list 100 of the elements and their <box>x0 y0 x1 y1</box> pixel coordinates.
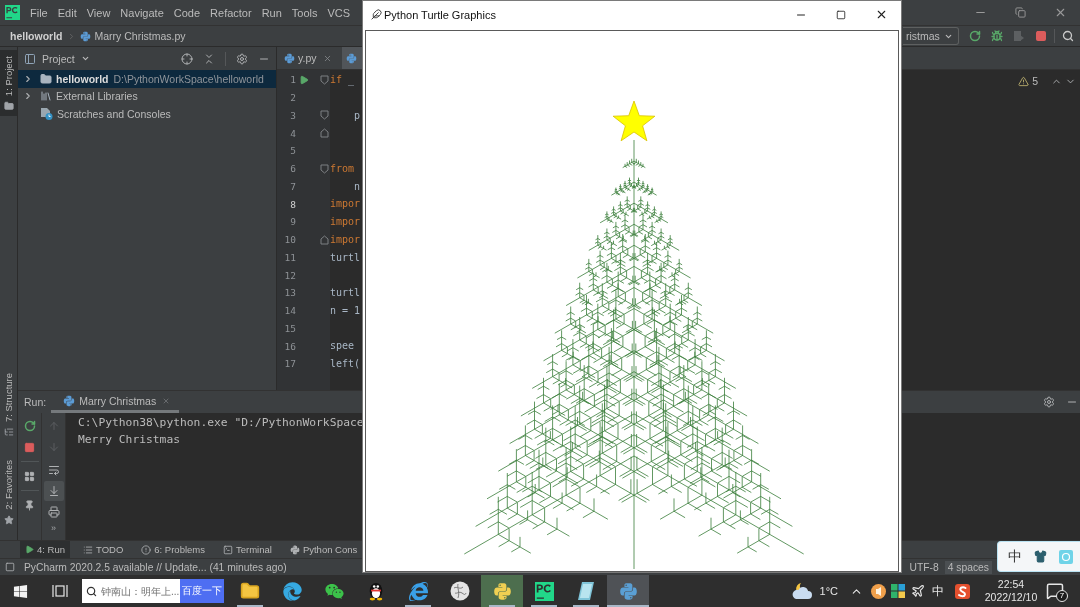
menu-item[interactable]: Refactor <box>210 5 252 20</box>
tool-window-tab[interactable]: Terminal <box>217 541 277 558</box>
clock-date[interactable]: 2022/12/10 <box>984 591 1038 604</box>
console-line: C:\Python38\python.exe "D:/PythonWorkSpace <box>78 415 364 431</box>
search-button[interactable]: 百度一下 <box>180 579 224 603</box>
indent-widget[interactable]: 4 spaces <box>944 560 992 574</box>
line-number: 2 <box>289 92 296 104</box>
run-config-dropdown[interactable]: ristmas <box>903 27 959 45</box>
project-view-dropdown[interactable]: Project <box>42 52 90 65</box>
fold-icon[interactable] <box>320 110 329 121</box>
rerun-icon[interactable] <box>969 30 981 42</box>
encoding-widget[interactable]: UTF-8 <box>906 560 942 574</box>
code-line: left( <box>330 357 361 371</box>
windows-logo-icon[interactable] <box>12 583 28 599</box>
chevron-right-icon[interactable] <box>23 91 33 102</box>
search-icon[interactable] <box>1062 30 1074 42</box>
restore-icon[interactable] <box>1014 7 1026 18</box>
folder-icon <box>40 72 52 85</box>
tool-window-button[interactable]: 2: Favorites <box>0 454 17 530</box>
code-line: n <box>353 179 361 194</box>
menu-item[interactable]: VCS <box>327 5 351 20</box>
line-number: 16 <box>283 340 296 352</box>
library-icon <box>40 90 52 103</box>
line-number: 1 <box>289 74 296 86</box>
run-icon <box>25 545 34 554</box>
alert-icon <box>141 544 152 555</box>
search-field[interactable]: 钟南山：明年上... <box>82 579 180 603</box>
line-number: 15 <box>283 322 296 334</box>
run-panel-title: Run: <box>24 396 47 408</box>
ime-mode[interactable]: 中 <box>1008 547 1022 566</box>
star-icon <box>3 515 14 525</box>
collapse-icon[interactable] <box>203 52 215 65</box>
pin-icon[interactable] <box>24 499 35 511</box>
status-message[interactable]: PyCharm 2020.2.5 available // Update... (41 minutes ago) <box>24 561 287 573</box>
input-mode[interactable]: 中 <box>932 582 944 600</box>
editor-tab[interactable] <box>342 47 364 69</box>
browser-icon <box>282 581 302 601</box>
task-view-icon[interactable] <box>52 584 68 598</box>
tree-item[interactable]: Scratches and Consoles <box>18 105 276 123</box>
menu-item[interactable]: File <box>30 5 48 20</box>
code-line: spee <box>330 339 355 354</box>
shirt-icon[interactable] <box>1034 550 1047 563</box>
code-line: impor <box>330 197 361 212</box>
tool-window-tab[interactable]: Python Cons <box>284 541 363 558</box>
menu-item[interactable]: Code <box>173 5 201 20</box>
crosshair-icon[interactable] <box>181 52 193 65</box>
menu-item[interactable]: View <box>86 5 111 20</box>
caret-down-icon <box>80 54 90 63</box>
menu-item[interactable]: Navigate <box>120 5 164 20</box>
tool-window-tab[interactable]: 4: Run <box>20 541 70 558</box>
line-number: 12 <box>283 269 296 281</box>
chevron-right-icon[interactable] <box>23 73 33 84</box>
notebook-icon <box>576 581 596 601</box>
run-icon[interactable] <box>299 74 309 85</box>
ime-logo-icon[interactable] <box>955 583 970 599</box>
breadcrumb-item[interactable]: Marry Christmas.py <box>94 30 186 42</box>
tree-item[interactable]: External Libraries <box>18 87 276 105</box>
python-file-icon <box>284 52 295 64</box>
disc-icon[interactable] <box>871 583 886 599</box>
settings-icon[interactable] <box>1043 396 1055 408</box>
tool-window-button[interactable]: 7: Structure <box>0 367 17 443</box>
tree-item[interactable]: helloworld D:\PythonWorkSpace\helloworld <box>18 70 276 88</box>
airplane-icon[interactable] <box>911 584 925 598</box>
search-icon <box>86 585 97 597</box>
rerun-icon[interactable] <box>23 420 36 432</box>
layout-icon[interactable] <box>24 470 35 482</box>
console-tool-button[interactable] <box>43 481 64 501</box>
notification-icon[interactable] <box>1046 582 1064 600</box>
clock-time[interactable]: 22:54 <box>997 578 1025 591</box>
stop-icon[interactable] <box>24 441 35 453</box>
menu-item[interactable]: Tools <box>291 5 318 20</box>
cloud-moon-icon[interactable] <box>790 582 813 600</box>
breadcrumb-item[interactable]: helloworld <box>10 30 63 42</box>
stop-icon[interactable] <box>1035 30 1047 42</box>
more-button[interactable]: » <box>51 523 56 533</box>
tiles-icon[interactable] <box>891 584 905 598</box>
line-number: 17 <box>283 358 296 370</box>
code-line: from <box>330 161 355 176</box>
console-line: Merry Christmas <box>78 432 181 448</box>
maximize-icon[interactable] <box>836 9 846 20</box>
tool-window-tab[interactable]: TODO <box>78 541 129 558</box>
ring-tile-icon[interactable] <box>1059 549 1073 564</box>
tool-window-button[interactable]: 1: Project <box>0 50 17 117</box>
fold-icon[interactable] <box>320 128 329 139</box>
python-file-icon <box>346 52 358 64</box>
code-line: turtl <box>330 286 361 300</box>
line-number: 8 <box>289 198 296 210</box>
tool-window-tab[interactable]: 6: Problems <box>136 541 210 558</box>
menu-item[interactable]: Run <box>261 5 282 20</box>
frame-icon[interactable] <box>5 562 15 572</box>
tree-item-label: Scratches and Consoles <box>57 107 171 120</box>
warning-count[interactable]: 5 <box>1032 75 1038 87</box>
menu-item[interactable]: Edit <box>57 5 77 20</box>
fold-icon[interactable] <box>320 74 329 85</box>
temperature[interactable]: 1°C <box>819 585 838 597</box>
debug-icon[interactable] <box>991 30 1003 42</box>
fold-icon[interactable] <box>320 163 329 174</box>
fold-icon[interactable] <box>320 234 329 245</box>
editor-tab[interactable]: y.py <box>280 47 339 69</box>
settings-icon[interactable] <box>236 52 248 65</box>
